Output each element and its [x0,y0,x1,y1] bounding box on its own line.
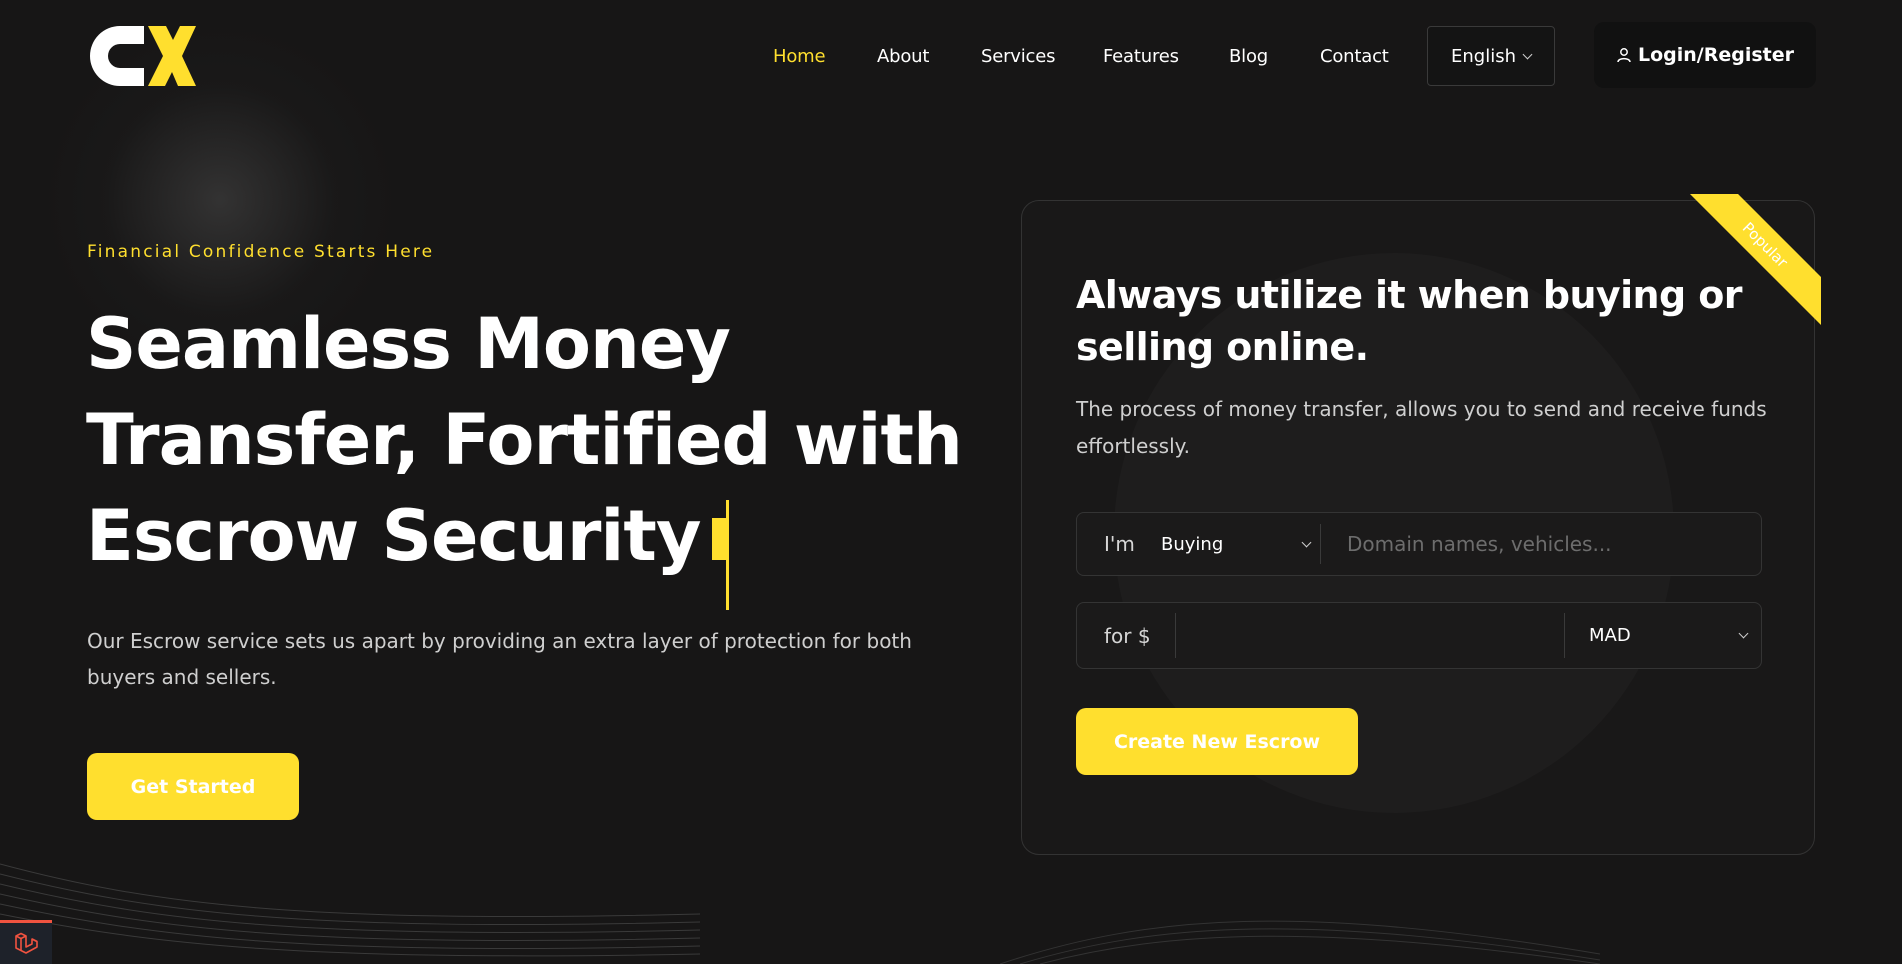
nav-features-link[interactable]: Features [1103,46,1179,67]
laravel-debug-badge[interactable] [0,920,52,964]
role-value: Buying [1161,533,1224,555]
get-started-button[interactable]: Get Started [87,753,299,820]
hero-title-line: Seamless Money [86,303,731,385]
currency-select[interactable]: MAD [1565,625,1761,646]
typing-cursor [712,500,734,610]
nav-contact-link[interactable]: Contact [1320,46,1389,67]
hero-title-line: Escrow Security [86,488,986,610]
amount-input[interactable] [1175,613,1565,658]
nav-about-link[interactable]: About [877,46,929,67]
language-select[interactable]: English [1427,26,1555,86]
card-title: Always utilize it when buying or selling… [1076,273,1742,369]
language-label: English [1451,45,1516,67]
background-waves [0,863,700,957]
laravel-icon [15,932,38,954]
card-description: The process of money transfer, allows yo… [1076,397,1767,458]
user-icon [1617,48,1631,63]
background-waves-right [1000,920,1600,964]
chevron-down-icon [1522,49,1533,59]
item-input[interactable]: Domain names, vehicles... [1321,532,1761,556]
nav-home-link[interactable]: Home [773,46,826,67]
nav-services-link[interactable]: Services [981,46,1056,67]
hero-description: Our Escrow service sets us apart by prov… [87,629,912,689]
page: Home About Services Features Blog Contac… [0,0,1902,964]
currency-value: MAD [1589,625,1631,646]
role-item-row: I'm Buying Domain names, vehicles... [1076,512,1762,576]
role-label: I'm [1104,532,1135,556]
hero-title-line: Transfer, Fortified with [86,399,963,481]
role-select[interactable]: Buying [1161,524,1321,564]
amount-row: for $ MAD [1076,602,1762,669]
login-register-button[interactable]: Login/Register [1594,22,1816,88]
chevron-down-icon [1738,628,1749,639]
login-register-label: Login/Register [1637,44,1795,66]
escrow-card: Popular Always utilize it when buying or… [1021,194,1821,855]
create-escrow-button[interactable]: Create New Escrow [1076,708,1358,775]
hero-title-line-text: Escrow Security [86,495,701,577]
hero-tagline: Financial Confidence Starts Here [87,242,435,262]
chevron-down-icon [1301,537,1312,547]
amount-label: for $ [1104,623,1151,648]
nav-blog-link[interactable]: Blog [1229,46,1268,67]
hero-title: Seamless Money Transfer, Fortified with … [86,296,986,610]
